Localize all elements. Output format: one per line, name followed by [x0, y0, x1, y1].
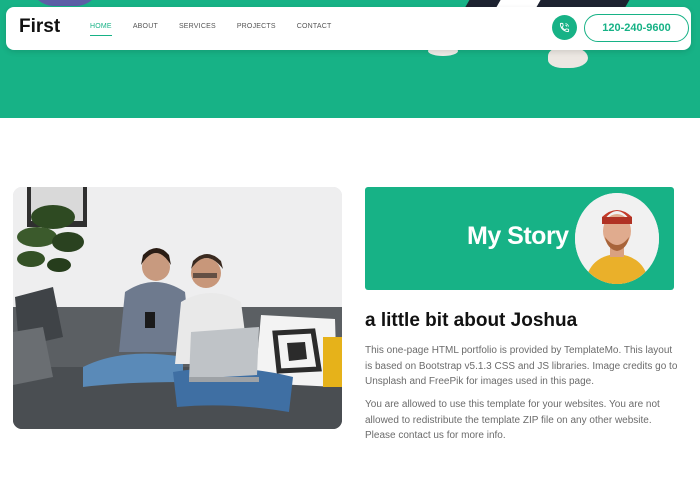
- story-title: My Story: [467, 222, 569, 250]
- brand-logo[interactable]: First: [19, 16, 60, 38]
- couple-on-sofa-image: [13, 187, 342, 429]
- nav-link-projects[interactable]: PROJECTS: [237, 23, 276, 36]
- my-story-card: My Story: [365, 187, 674, 290]
- avatar: [575, 193, 659, 284]
- phone-icon: [559, 22, 570, 33]
- navbar: First HOME ABOUT SERVICES PROJECTS CONTA…: [6, 7, 691, 50]
- profile-image: [575, 193, 659, 284]
- nav-links: HOME ABOUT SERVICES PROJECTS CONTACT: [90, 23, 352, 36]
- nav-link-services[interactable]: SERVICES: [179, 23, 216, 36]
- phone-number-link[interactable]: 120-240-9600: [584, 14, 689, 42]
- nav-link-contact[interactable]: CONTACT: [297, 23, 332, 36]
- nav-link-home[interactable]: HOME: [90, 23, 112, 36]
- nav-link-about[interactable]: ABOUT: [133, 23, 158, 36]
- about-paragraph: You are allowed to use this template for…: [365, 399, 660, 441]
- about-paragraph: This one-page HTML portfolio is provided…: [365, 345, 678, 387]
- about-photo: [13, 187, 342, 429]
- phone-button[interactable]: [552, 15, 577, 40]
- about-heading: a little bit about Joshua: [365, 310, 578, 331]
- hero-decor-shape: [30, 0, 100, 6]
